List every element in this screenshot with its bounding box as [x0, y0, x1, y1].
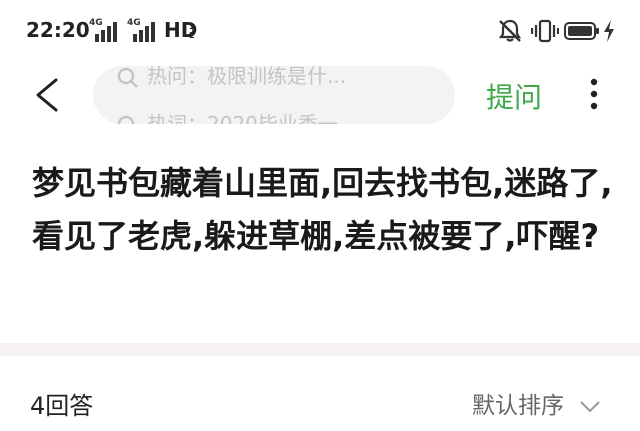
- battery-icon: [564, 22, 599, 40]
- search-box[interactable]: 热问：极限训练是什... 热词：2020毕业季一: [93, 66, 455, 124]
- search-icon: [117, 67, 138, 88]
- search-hint-text-2: 热词：2020毕业季一: [147, 112, 338, 124]
- top-header: 热问：极限训练是什... 热词：2020毕业季一 提问: [0, 64, 640, 128]
- sort-dropdown[interactable]: 默认排序: [472, 386, 601, 420]
- chevron-down-icon: [580, 400, 601, 412]
- hd-sim-indicator: 1 2: [189, 22, 195, 40]
- search-hint-2: 热词：2020毕业季一: [117, 108, 338, 124]
- charging-icon: [604, 20, 614, 42]
- network-indicator-1: 4G: [89, 18, 119, 44]
- ask-question-button[interactable]: 提问: [486, 76, 542, 116]
- vibrate-icon: [531, 19, 559, 43]
- more-vertical-icon[interactable]: [588, 76, 600, 112]
- answers-count: 4回答: [30, 392, 94, 420]
- status-time: 22:20: [26, 18, 90, 42]
- mute-icon: [498, 19, 522, 42]
- hd-sub-top: 1: [189, 22, 195, 31]
- section-divider: [0, 343, 640, 356]
- search-icon: [117, 115, 135, 124]
- hd-sub-bottom: 2: [189, 31, 195, 40]
- back-arrow-icon[interactable]: [34, 78, 60, 112]
- network-indicator-2: 4G: [127, 18, 161, 44]
- search-hint-1: 热问：极限训练是什...: [117, 66, 346, 89]
- search-hint-text-1: 热问：极限训练是什...: [147, 66, 347, 88]
- signal-icon: [95, 22, 117, 42]
- status-bar: 22:20 4G 4G HD 1 2: [0, 0, 640, 64]
- signal-icon: [133, 22, 155, 42]
- sort-label: 默认排序: [472, 393, 564, 419]
- question-title: 梦见书包藏着山里面,回去找书包,迷路了,看见了老虎,躲进草棚,差点被要了,吓醒?: [32, 164, 613, 255]
